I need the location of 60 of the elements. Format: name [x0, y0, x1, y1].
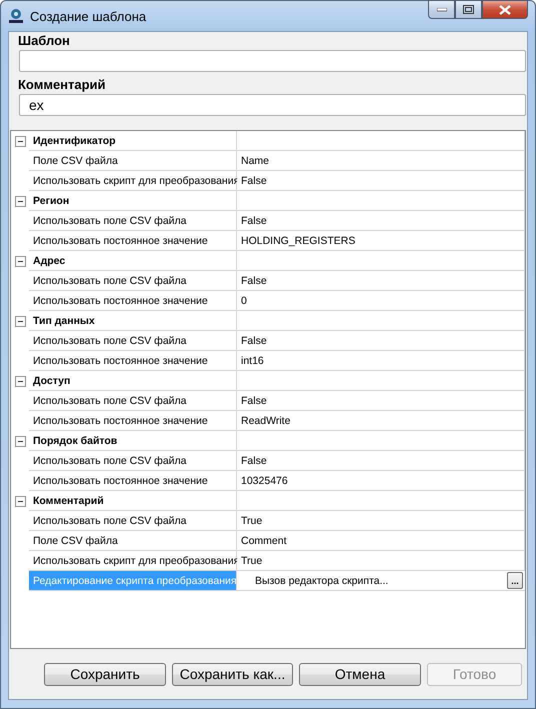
maximize-icon	[463, 5, 474, 14]
collapse-icon[interactable]	[14, 376, 26, 386]
property-name[interactable]: Использовать постоянное значение	[29, 411, 237, 431]
property-name[interactable]: Использовать поле CSV файла	[29, 331, 237, 351]
group-header: Комментарий	[29, 491, 237, 511]
property-name[interactable]: Использовать постоянное значение	[29, 471, 237, 491]
group-header: Тип данных	[29, 311, 237, 331]
property-value: True	[237, 511, 525, 531]
maximize-button[interactable]	[455, 0, 482, 19]
property-name[interactable]: Использовать постоянное значение	[29, 351, 237, 371]
property-name[interactable]: Поле CSV файла	[29, 151, 237, 171]
property-value: False	[237, 211, 525, 231]
dialog-button[interactable]: Сохранить	[44, 662, 166, 686]
property-name[interactable]: Использовать скрипт для преобразования	[29, 171, 237, 191]
property-value: ReadWrite	[237, 411, 525, 431]
input-field[interactable]: ex	[19, 94, 526, 116]
collapse-icon[interactable]	[14, 316, 26, 326]
close-icon	[499, 4, 511, 14]
property-value: int16	[237, 351, 525, 371]
input-field[interactable]	[19, 50, 526, 72]
ellipsis-button[interactable]: ...	[507, 572, 523, 589]
collapse-icon[interactable]	[14, 496, 26, 506]
field-label: Шаблон	[17, 32, 71, 48]
group-header: Идентификатор	[29, 131, 237, 151]
field-label: Комментарий	[17, 76, 107, 92]
property-value: Name	[237, 151, 525, 171]
minimize-button[interactable]	[428, 0, 455, 19]
property-name[interactable]: Использовать поле CSV файла	[29, 271, 237, 291]
property-name[interactable]: Использовать скрипт для преобразования	[29, 551, 237, 571]
property-value: True	[237, 551, 525, 571]
collapse-icon[interactable]	[14, 196, 26, 206]
property-value: False	[237, 171, 525, 191]
group-header: Доступ	[29, 371, 237, 391]
dialog-button[interactable]: Отмена	[299, 662, 421, 686]
group-header: Регион	[29, 191, 237, 211]
property-name[interactable]: Использовать поле CSV файла	[29, 511, 237, 531]
property-name[interactable]: Использовать поле CSV файла	[29, 211, 237, 231]
property-value: Comment	[237, 531, 525, 551]
collapse-icon[interactable]	[14, 136, 26, 146]
property-name[interactable]: Использовать постоянное значение	[29, 231, 237, 251]
minimize-icon	[436, 8, 446, 12]
group-header: Адрес	[29, 251, 237, 271]
property-value: False	[237, 271, 525, 291]
group-header: Порядок байтов	[29, 431, 237, 451]
collapse-icon[interactable]	[14, 436, 26, 446]
property-name[interactable]: Использовать постоянное значение	[29, 291, 237, 311]
window-title: Создание шаблона	[30, 8, 148, 24]
property-value: False	[237, 451, 525, 471]
close-button[interactable]	[482, 0, 528, 19]
property-value: False	[237, 391, 525, 411]
collapse-icon[interactable]	[14, 256, 26, 266]
property-value: 0	[237, 291, 525, 311]
property-value: Вызов редактора скрипта...	[254, 574, 390, 586]
property-value: HOLDING_REGISTERS	[237, 231, 525, 251]
property-name[interactable]: Использовать поле CSV файла	[29, 391, 237, 411]
property-name[interactable]: Использовать поле CSV файла	[29, 451, 237, 471]
property-value: False	[237, 331, 525, 351]
dialog-button[interactable]: Сохранить как...	[172, 662, 293, 686]
property-value: 10325476	[237, 471, 525, 491]
property-name[interactable]: Поле CSV файла	[29, 531, 237, 551]
